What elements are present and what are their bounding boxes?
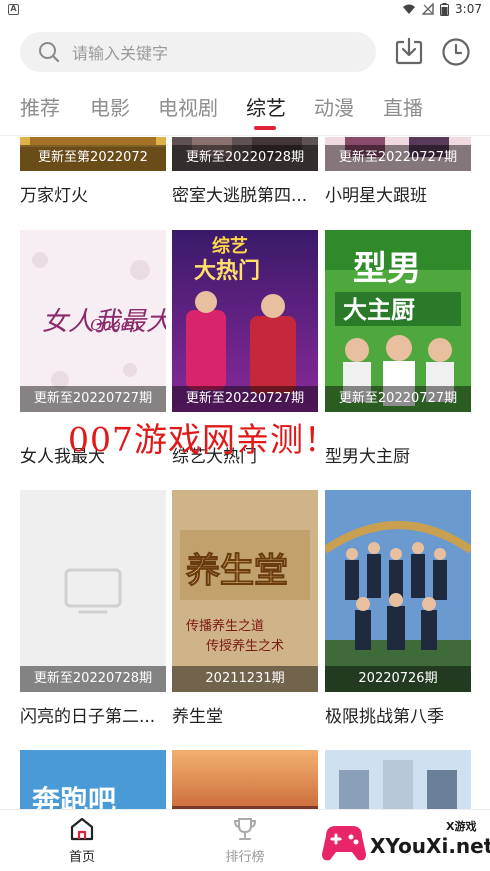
home-icon: [70, 817, 94, 841]
poster-title-text: 养生堂: [186, 551, 288, 591]
show-title: 极限挑战第八季: [325, 707, 444, 727]
download-icon[interactable]: [393, 36, 425, 68]
tab-anime[interactable]: 动漫: [314, 92, 354, 121]
poster-image: 更新至第2022072: [20, 137, 166, 171]
tab-movies[interactable]: 电影: [90, 92, 130, 121]
poster-art: 型男 大主厨: [325, 230, 471, 412]
poster-image: 更新至20220728期: [172, 137, 318, 171]
poster-image: 更新至20220727期: [325, 137, 471, 171]
episode-caption: 更新至20220727期: [325, 386, 471, 412]
poster-art: [325, 490, 471, 692]
show-title: 养生堂: [172, 707, 223, 727]
poster-subtitle-text: 大热门: [194, 258, 260, 284]
search-input[interactable]: 请输入关键字: [20, 32, 376, 72]
tab-live[interactable]: 直播: [383, 92, 423, 121]
history-clock-icon[interactable]: [440, 36, 472, 68]
nav-home-label: 首页: [68, 850, 95, 865]
poster-image: 型男 大主厨 更新至20220727期: [325, 230, 471, 412]
tab-variety[interactable]: 综艺: [246, 92, 286, 121]
poster-art: [172, 750, 318, 809]
content-grid[interactable]: 更新至第2022072 万家灯火 更新至20220728期 密室大逃脱第四...: [0, 137, 490, 809]
battery-icon: [440, 2, 450, 16]
poster-subtitle-text: 大主厨: [343, 296, 415, 324]
episode-caption: 20220726期: [325, 666, 471, 692]
episode-caption: 20211231期: [172, 666, 318, 692]
watermark-text: 007游戏网亲测！: [68, 420, 338, 459]
show-title: 型男大主厨: [325, 447, 410, 467]
poster-subtitle-text: Queen: [90, 316, 139, 334]
episode-caption: 更新至20220728期: [20, 666, 166, 692]
poster-art: 奔跑吧: [20, 750, 166, 809]
show-title: 小明星大跟班: [325, 186, 427, 206]
poster-image: 养生堂 传播养生之道 传授养生之术 20211231期: [172, 490, 318, 692]
status-indicators: 3:07: [402, 2, 482, 16]
episode-caption: 更新至20220727期: [172, 386, 318, 412]
show-title: 闪亮的日子第二...: [20, 707, 156, 727]
logo-subtext: X游戏: [446, 820, 477, 833]
show-title: 万家灯火: [20, 186, 88, 206]
episode-caption: 更新至20220727期: [20, 386, 166, 412]
gamepad-logo-icon: [322, 826, 366, 861]
poster-art: 综艺 大热门: [172, 230, 318, 412]
app-notification-icon: A: [8, 3, 19, 15]
signal-off-icon: [422, 3, 434, 15]
logo-text: XYouXi.net: [370, 834, 490, 858]
poster-subtitle-text: 传播养生之道: [186, 618, 264, 634]
poster-image: 20220726期: [325, 490, 471, 692]
poster-art: 养生堂 传播养生之道 传授养生之术: [172, 490, 318, 692]
poster-image: 奔跑吧: [20, 750, 166, 809]
episode-caption: 更新至第2022072: [20, 145, 166, 171]
app-screen: A 3:07 请输入关键字 推荐 电影 电视剧 综艺 动漫 直播 更新至第202…: [0, 0, 490, 871]
poster-image: 综艺 大热门 更新至20220727期: [172, 230, 318, 412]
show-title: 密室大逃脱第四...: [172, 186, 308, 206]
nav-ranking-label: 排行榜: [225, 850, 265, 865]
status-bar: A 3:07: [0, 0, 490, 18]
poster-placeholder-art: [20, 490, 166, 692]
poster-title-text: 型男: [353, 249, 421, 289]
poster-image: [172, 750, 318, 809]
nav-home[interactable]: 首页: [42, 816, 122, 865]
poster-art: [325, 750, 471, 809]
trophy-icon: [233, 818, 257, 840]
search-icon: [39, 42, 60, 63]
poster-title-text: 奔跑吧: [32, 784, 116, 809]
poster-subtitle-text: 传授养生之术: [206, 638, 284, 654]
wifi-icon: [403, 4, 416, 14]
poster-image: 女人我最大 Queen 更新至20220727期: [20, 230, 166, 412]
tab-recommend[interactable]: 推荐: [20, 92, 60, 121]
poster-art: 女人我最大 Queen: [20, 230, 166, 412]
category-tabs: 推荐 电影 电视剧 综艺 动漫 直播: [0, 86, 490, 136]
episode-caption: 更新至20220728期: [172, 145, 318, 171]
site-logo-badge: X游戏 XYouXi.net: [318, 812, 490, 868]
poster-image: [325, 750, 471, 809]
tab-tv-series[interactable]: 电视剧: [158, 92, 218, 121]
nav-ranking[interactable]: 排行榜: [205, 816, 285, 865]
search-row: 请输入关键字: [0, 30, 490, 76]
status-time: 3:07: [455, 2, 482, 16]
poster-title-text: 综艺: [212, 235, 248, 257]
active-tab-indicator: [254, 126, 276, 130]
episode-caption: 更新至20220727期: [325, 145, 471, 171]
search-placeholder: 请输入关键字: [72, 44, 169, 63]
poster-image: 更新至20220728期: [20, 490, 166, 692]
